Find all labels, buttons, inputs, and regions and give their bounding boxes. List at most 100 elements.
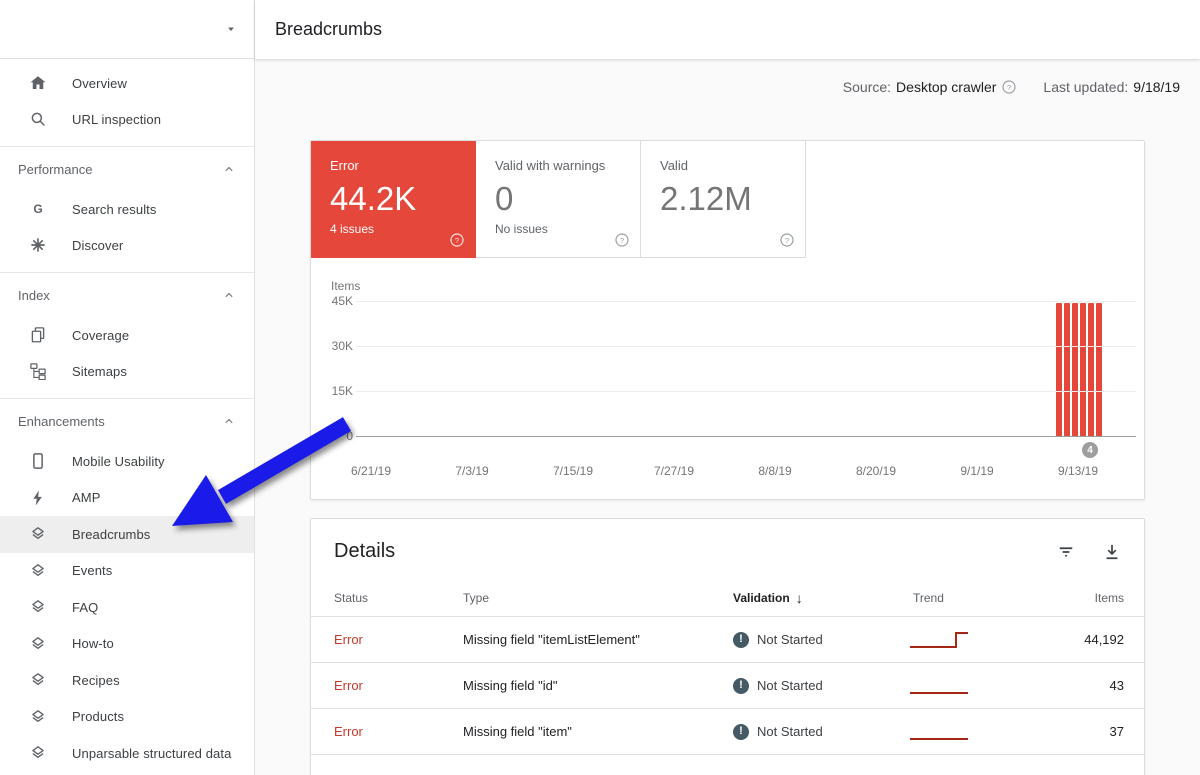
sidebar-item-discover[interactable]: Discover <box>0 227 254 263</box>
column-header-items[interactable]: Items <box>1073 591 1124 605</box>
table-header-row: Status Type Validation ↓ Trend Items <box>311 579 1144 617</box>
sidebar-item-how-to[interactable]: How-to <box>0 626 254 663</box>
structured-data-icon <box>28 524 48 544</box>
sidebar-section-enhancements[interactable]: Enhancements <box>0 399 254 443</box>
y-axis-tick: 30K <box>331 339 353 353</box>
exclamation-badge-icon: ! <box>733 723 749 740</box>
column-header-validation[interactable]: Validation ↓ <box>703 590 903 606</box>
structured-data-icon <box>28 561 48 581</box>
structured-data-icon <box>28 670 48 690</box>
structured-data-icon <box>28 707 48 727</box>
x-axis-tick: 9/1/19 <box>960 464 994 478</box>
details-header: Details <box>311 519 1144 579</box>
report-header: Breadcrumbs <box>255 0 1200 59</box>
column-header-status[interactable]: Status <box>331 591 463 605</box>
home-icon <box>28 73 48 93</box>
error-bar <box>1064 303 1070 436</box>
x-axis-tick: 7/3/19 <box>455 464 489 478</box>
x-axis-tick: 8/20/19 <box>855 464 897 478</box>
help-icon[interactable] <box>779 232 795 248</box>
trend-sparkline <box>903 720 1073 744</box>
x-axis-tick: 6/21/19 <box>350 464 392 478</box>
x-axis-tick: 7/27/19 <box>653 464 695 478</box>
filter-icon[interactable] <box>1056 542 1076 562</box>
gridline <box>356 436 1136 437</box>
error-bar <box>1088 303 1094 436</box>
sidebar-section-performance[interactable]: Performance <box>0 147 254 191</box>
page-title: Breadcrumbs <box>275 19 383 39</box>
table-row[interactable]: Error Missing field "itemListElement" ! … <box>311 617 1144 663</box>
amp-bolt-icon <box>28 488 48 508</box>
error-bar <box>1096 303 1102 436</box>
search-icon <box>28 109 48 129</box>
y-axis-label: Items <box>331 279 361 293</box>
sidebar-item-search-results[interactable]: Search results <box>0 191 254 227</box>
trend-sparkline <box>903 674 1073 698</box>
help-icon[interactable] <box>614 232 630 248</box>
smartphone-icon <box>28 451 48 471</box>
gridline <box>356 391 1136 392</box>
sidebar-section-index[interactable]: Index <box>0 273 254 317</box>
sidebar-item-amp[interactable]: AMP <box>0 480 254 517</box>
sidebar-item-breadcrumbs[interactable]: Breadcrumbs <box>0 516 254 553</box>
valid-card[interactable]: Valid 2.12M <box>641 141 806 258</box>
x-axis-tick: 8/8/19 <box>758 464 792 478</box>
help-icon[interactable] <box>449 232 465 248</box>
column-header-trend[interactable]: Trend <box>903 591 1073 605</box>
y-axis-tick: 0 <box>346 429 353 443</box>
error-bar <box>1072 303 1078 436</box>
details-title: Details <box>334 540 396 562</box>
main-area: Breadcrumbs Source: Desktop crawler Last… <box>255 0 1200 775</box>
trend-sparkline <box>903 628 1073 652</box>
exclamation-badge-icon: ! <box>733 677 749 694</box>
summary-panel: Error 44.2K 4 issues Valid with warnings… <box>310 140 1145 500</box>
error-card[interactable]: Error 44.2K 4 issues <box>311 141 476 258</box>
sidebar-item-recipes[interactable]: Recipes <box>0 662 254 699</box>
gridline <box>356 301 1136 302</box>
chevron-up-icon <box>222 288 236 302</box>
structured-data-icon <box>28 597 48 617</box>
cards-filler <box>806 141 1144 258</box>
valid-with-warnings-card[interactable]: Valid with warnings 0 No issues <box>476 141 641 258</box>
details-panel: Details Status Type Validation ↓ Trend I… <box>310 518 1145 775</box>
x-axis-tick: 9/13/19 <box>1057 464 1099 478</box>
discover-icon <box>28 235 48 255</box>
google-g-icon <box>28 199 48 219</box>
last-updated-info: Last updated: 9/18/19 <box>1043 79 1180 95</box>
y-axis-tick: 45K <box>331 294 353 308</box>
sidebar-item-coverage[interactable]: Coverage <box>0 317 254 353</box>
y-axis-tick: 15K <box>331 384 353 398</box>
property-selector[interactable] <box>0 0 254 59</box>
source-info: Source: Desktop crawler <box>843 79 1018 95</box>
sidebar-item-url-inspection[interactable]: URL inspection <box>0 101 254 137</box>
sitemaps-tree-icon <box>28 361 48 381</box>
caret-down-icon <box>224 22 238 36</box>
report-content: Source: Desktop crawler Last updated: 9/… <box>255 59 1200 775</box>
sidebar-item-overview[interactable]: Overview <box>0 65 254 101</box>
sidebar-item-sitemaps[interactable]: Sitemaps <box>0 353 254 389</box>
sidebar-item-mobile-usability[interactable]: Mobile Usability <box>0 443 254 480</box>
issue-count-badge[interactable]: 4 <box>1082 442 1098 458</box>
structured-data-icon <box>28 743 48 763</box>
sidebar: Overview URL inspection Performance Sear… <box>0 0 255 775</box>
x-axis-tick: 7/15/19 <box>552 464 594 478</box>
chevron-up-icon <box>222 162 236 176</box>
sidebar-item-faq[interactable]: FAQ <box>0 589 254 626</box>
table-row[interactable]: Error Missing field "item" ! Not Started… <box>311 709 1144 755</box>
chevron-up-icon <box>222 414 236 428</box>
table-row[interactable]: Error Missing field "id" ! Not Started 4… <box>311 663 1144 709</box>
structured-data-icon <box>28 634 48 654</box>
status-cards: Error 44.2K 4 issues Valid with warnings… <box>311 141 1144 258</box>
help-icon[interactable] <box>1001 79 1017 95</box>
download-icon[interactable] <box>1102 542 1122 562</box>
error-bar <box>1080 303 1086 436</box>
sidebar-item-events[interactable]: Events <box>0 553 254 590</box>
column-header-type[interactable]: Type <box>463 591 703 605</box>
sort-desc-icon: ↓ <box>795 589 803 606</box>
search-console-app: Overview URL inspection Performance Sear… <box>0 0 1200 775</box>
sidebar-item-products[interactable]: Products <box>0 699 254 736</box>
items-bar-chart: Items 4 45K 30K 15K 0 6/21/19 7/3/19 7/15/19 7/… <box>311 258 1144 499</box>
error-bars <box>1056 301 1102 436</box>
report-meta: Source: Desktop crawler Last updated: 9/… <box>255 59 1200 140</box>
sidebar-item-unparsable-structured-data[interactable]: Unparsable structured data <box>0 735 254 772</box>
